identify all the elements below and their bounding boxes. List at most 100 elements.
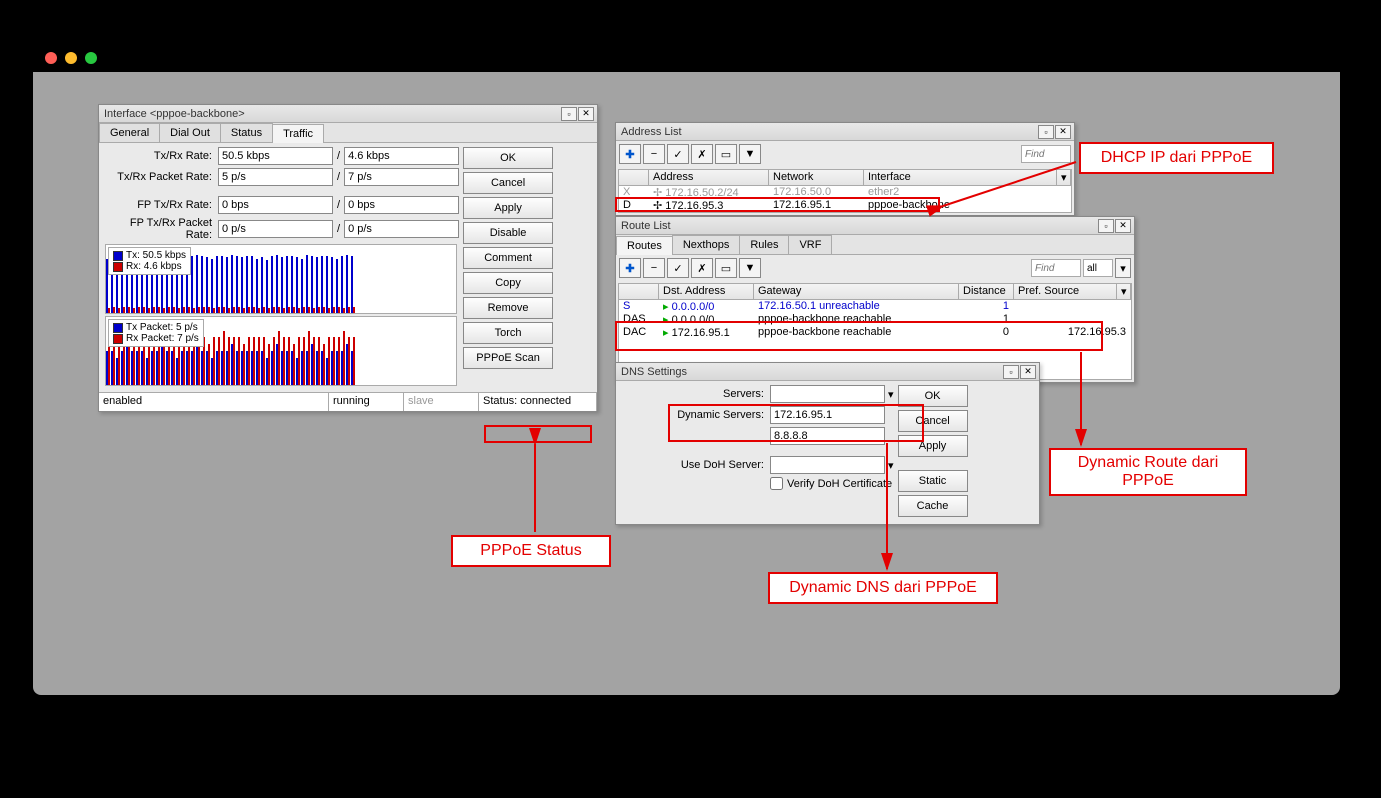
- label: Tx/Rx Packet Rate:: [103, 171, 218, 183]
- table-row[interactable]: D✢ 172.16.95.3172.16.95.1pppoe-backbone: [619, 199, 1071, 212]
- cache-button[interactable]: Cache: [898, 495, 968, 517]
- scope-combo[interactable]: [1083, 259, 1113, 277]
- verify-doh-label: Verify DoH Certificate: [787, 478, 892, 490]
- disable-button[interactable]: ✗: [691, 144, 713, 164]
- restore-icon[interactable]: ▫: [1098, 219, 1114, 233]
- close-icon[interactable]: ✕: [1020, 365, 1036, 379]
- remove-button[interactable]: −: [643, 144, 665, 164]
- tab-rules[interactable]: Rules: [739, 235, 789, 254]
- interface-buttons: OK Cancel Apply Disable Comment Copy Remove Tor…: [463, 147, 593, 388]
- col-gateway[interactable]: Gateway: [754, 284, 959, 299]
- cancel-button[interactable]: Cancel: [898, 410, 968, 432]
- tx-value: [218, 196, 333, 214]
- tab-routes[interactable]: Routes: [616, 236, 673, 255]
- close-icon[interactable]: ✕: [1115, 219, 1131, 233]
- add-button[interactable]: ✚: [619, 144, 641, 164]
- static-button[interactable]: Static: [898, 470, 968, 492]
- menu-icon[interactable]: ▾: [1117, 284, 1131, 299]
- servers-label: Servers:: [620, 388, 770, 400]
- apply-button[interactable]: Apply: [463, 197, 553, 219]
- doh-input[interactable]: [770, 456, 885, 474]
- dropdown-icon[interactable]: ▾: [1115, 258, 1131, 278]
- ok-button[interactable]: OK: [463, 147, 553, 169]
- col-dst[interactable]: Dst. Address: [659, 284, 754, 299]
- table-row[interactable]: X✢ 172.16.50.2/24172.16.50.0ether2: [619, 186, 1071, 199]
- tab-vrf[interactable]: VRF: [788, 235, 832, 254]
- tx-value: [218, 168, 333, 186]
- tab-status[interactable]: Status: [220, 123, 273, 142]
- route-list-window: Route List ▫ ✕ RoutesNexthopsRulesVRF ✚ …: [615, 216, 1135, 383]
- tab-dial-out[interactable]: Dial Out: [159, 123, 221, 142]
- dns-title: DNS Settings: [619, 366, 1002, 378]
- filter-icon[interactable]: ▼: [739, 258, 761, 278]
- find-input[interactable]: [1031, 259, 1081, 277]
- torch-button[interactable]: Torch: [463, 322, 553, 344]
- comment-button[interactable]: ▭: [715, 144, 737, 164]
- add-button[interactable]: ✚: [619, 258, 641, 278]
- highlight-status: [484, 425, 592, 443]
- rx-legend: Rx: 4.6 kbps: [126, 261, 182, 272]
- comment-button[interactable]: ▭: [715, 258, 737, 278]
- col-address[interactable]: Address: [649, 170, 769, 185]
- tx-value: [218, 220, 333, 238]
- packet-graph: Tx Packet: 5 p/s Rx Packet: 7 p/s: [105, 316, 457, 386]
- col-network[interactable]: Network: [769, 170, 864, 185]
- address-list-title: Address List: [619, 126, 1037, 138]
- interface-window: Interface <pppoe-backbone> ▫ ✕ GeneralDi…: [98, 104, 598, 412]
- interface-statusbar: enabled running slave Status: connected: [99, 392, 597, 411]
- rate-legend: Tx: 50.5 kbps Rx: 4.6 kbps: [108, 247, 191, 275]
- tx-packet-legend: Tx Packet: 5 p/s: [126, 322, 198, 333]
- rx-value: [344, 220, 459, 238]
- col-prefsrc[interactable]: Pref. Source: [1014, 284, 1117, 299]
- close-icon[interactable]: ✕: [1055, 125, 1071, 139]
- tab-traffic[interactable]: Traffic: [272, 124, 324, 143]
- apply-button[interactable]: Apply: [898, 435, 968, 457]
- servers-input[interactable]: [770, 385, 885, 403]
- tab-nexthops[interactable]: Nexthops: [672, 235, 740, 254]
- restore-icon[interactable]: ▫: [1038, 125, 1054, 139]
- minimize-dot[interactable]: [65, 52, 77, 64]
- restore-icon[interactable]: ▫: [561, 107, 577, 121]
- rx-value: [344, 196, 459, 214]
- restore-icon[interactable]: ▫: [1003, 365, 1019, 379]
- col-distance[interactable]: Distance: [959, 284, 1014, 299]
- pppoe-scan-button[interactable]: PPPoE Scan: [463, 347, 553, 369]
- app-frame: Interface <pppoe-backbone> ▫ ✕ GeneralDi…: [33, 44, 1340, 695]
- disable-button[interactable]: ✗: [691, 258, 713, 278]
- find-input[interactable]: [1021, 145, 1071, 163]
- dynservers-label: Dynamic Servers:: [620, 409, 770, 421]
- dns-buttons: OK Cancel Apply Static Cache: [898, 385, 1035, 520]
- packet-legend: Tx Packet: 5 p/s Rx Packet: 7 p/s: [108, 319, 204, 347]
- remove-button[interactable]: Remove: [463, 297, 553, 319]
- table-row[interactable]: DAS▸ 0.0.0.0/0pppoe-backbone reachable1: [619, 313, 1131, 326]
- remove-button[interactable]: −: [643, 258, 665, 278]
- table-row[interactable]: S▸ 0.0.0.0/0172.16.50.1 unreachable1: [619, 300, 1131, 313]
- col-flag[interactable]: [619, 170, 649, 185]
- label: FP Tx/Rx Packet Rate:: [103, 217, 218, 241]
- filter-icon[interactable]: ▼: [739, 144, 761, 164]
- rx-value: [344, 147, 459, 165]
- dyn2-input: [770, 427, 885, 445]
- verify-doh-checkbox[interactable]: [770, 477, 783, 490]
- menu-icon[interactable]: ▾: [1057, 170, 1071, 185]
- close-icon[interactable]: ✕: [578, 107, 594, 121]
- dropdown-icon[interactable]: ▾: [888, 388, 894, 401]
- label: FP Tx/Rx Rate:: [103, 199, 218, 211]
- status-slave: slave: [404, 393, 479, 411]
- dropdown-icon[interactable]: ▾: [888, 459, 894, 472]
- desktop: Interface <pppoe-backbone> ▫ ✕ GeneralDi…: [33, 72, 1340, 695]
- cancel-button[interactable]: Cancel: [463, 172, 553, 194]
- comment-button[interactable]: Comment: [463, 247, 553, 269]
- enable-button[interactable]: ✓: [667, 144, 689, 164]
- disable-button[interactable]: Disable: [463, 222, 553, 244]
- zoom-dot[interactable]: [85, 52, 97, 64]
- enable-button[interactable]: ✓: [667, 258, 689, 278]
- tab-general[interactable]: General: [99, 123, 160, 142]
- col-interface[interactable]: Interface: [864, 170, 1057, 185]
- close-dot[interactable]: [45, 52, 57, 64]
- col-flag[interactable]: [619, 284, 659, 299]
- copy-button[interactable]: Copy: [463, 272, 553, 294]
- ok-button[interactable]: OK: [898, 385, 968, 407]
- callout-dhcp: DHCP IP dari PPPoE: [1079, 142, 1274, 174]
- table-row[interactable]: DAC▸ 172.16.95.1pppoe-backbone reachable…: [619, 326, 1131, 339]
